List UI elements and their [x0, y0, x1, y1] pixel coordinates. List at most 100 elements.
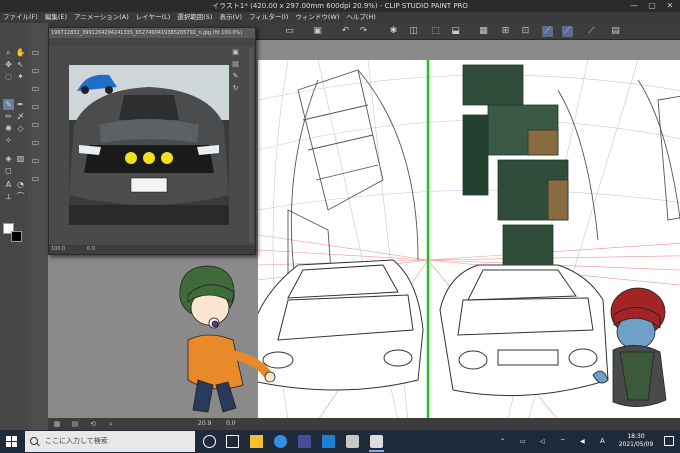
reference-photo[interactable]	[69, 65, 229, 225]
close-button[interactable]: ✕	[662, 0, 678, 12]
sub-view-window[interactable]: 196712832_3991264294241335_6527490419385…	[48, 27, 256, 255]
zoom-icon[interactable]: ⌕	[3, 47, 14, 58]
clip-studio-icon[interactable]: ▤	[610, 26, 621, 37]
brush-icon[interactable]: 〆	[15, 111, 26, 122]
app-icon[interactable]	[346, 435, 359, 448]
select-icon[interactable]: ↖	[15, 59, 26, 70]
menu-filter[interactable]: フィルター(I)	[249, 12, 288, 23]
sub-view-angle[interactable]: 0.0	[87, 246, 95, 252]
menu-animation[interactable]: アニメーション(A)	[74, 12, 129, 23]
invert-icon[interactable]: ⬓	[450, 26, 461, 37]
menu-file[interactable]: ファイル(F)	[3, 12, 38, 23]
store-icon[interactable]	[298, 435, 311, 448]
taskbar-clock[interactable]: 18:30 2021/05/09	[616, 433, 656, 449]
menu-view[interactable]: 表示(V)	[219, 12, 242, 23]
eyedropper-icon[interactable]: ✎	[3, 99, 14, 110]
move-icon[interactable]: ✥	[3, 59, 14, 70]
clip-studio-window: イラスト1* (420.00 x 297.00mm 600dpi 20.9%) …	[0, 0, 680, 453]
subtool-icon-8[interactable]: ▭	[30, 173, 41, 184]
sub-view-zoom[interactable]: 100.0	[51, 246, 65, 252]
tray-volume-icon[interactable]: ◀	[580, 430, 585, 453]
subtool-icon-4[interactable]: ▭	[30, 101, 41, 112]
clear-icon[interactable]: ✱	[388, 26, 399, 37]
ruler-icon[interactable]: ⟂	[3, 191, 14, 202]
canvas-angle[interactable]: 0.0	[226, 418, 236, 430]
clock-time: 18:30	[627, 433, 645, 440]
fill-icon[interactable]: ◈	[3, 153, 14, 164]
sub-view-tabbar	[49, 38, 255, 46]
airbrush-icon[interactable]: ✺	[3, 123, 14, 134]
subtool-icon-3[interactable]: ▭	[30, 83, 41, 94]
command-bar: ▭ ▣ ↶ ↷ ✱ ◫ ⬚ ⬓ ▦ ⊞ ⊡ # ⟋ ⟋ ⟋ ▤	[250, 23, 680, 40]
import-image-icon[interactable]: ▤	[231, 60, 240, 69]
subtool-icon-5[interactable]: ▭	[30, 119, 41, 130]
undo-icon[interactable]: ↶	[340, 26, 351, 37]
deselect-icon[interactable]: ⬚	[430, 26, 441, 37]
notification-icon[interactable]	[664, 436, 674, 446]
layer-icon[interactable]: ▤	[70, 419, 80, 429]
redo-icon[interactable]: ↷	[358, 26, 369, 37]
minimize-button[interactable]: —	[626, 0, 642, 12]
transform-icon[interactable]: ◫	[408, 26, 419, 37]
balloon-icon[interactable]: ◔	[15, 179, 26, 190]
taskbar-search-box[interactable]: ここに入力して検索	[25, 431, 195, 452]
menu-help[interactable]: ヘルプ(H)	[346, 12, 375, 23]
pencil-icon[interactable]: ✏	[3, 111, 14, 122]
pen-icon[interactable]: ✒	[15, 99, 26, 110]
subtool-icon-1[interactable]: ▭	[30, 47, 41, 58]
history-icon[interactable]: ⟲	[88, 419, 98, 429]
sub-view-tools: ▣ ▤ ✎ ↻	[231, 48, 241, 96]
clock-date: 2021/05/09	[618, 441, 654, 448]
text-icon[interactable]: A	[3, 179, 14, 190]
character-green-hair	[179, 265, 276, 413]
figure-icon[interactable]: ◻	[3, 165, 14, 176]
tray-network-icon[interactable]: ▭	[520, 430, 526, 453]
tray-wifi-icon[interactable]: ⌔	[560, 430, 566, 453]
file-explorer-icon[interactable]	[250, 435, 263, 448]
menu-window[interactable]: ウィンドウ(W)	[295, 12, 339, 23]
subtool-icon-7[interactable]: ▭	[30, 155, 41, 166]
canvas-zoom[interactable]: 20.9	[198, 418, 211, 430]
menu-edit[interactable]: 編集(E)	[45, 12, 67, 23]
eraser-icon[interactable]: ◇	[15, 123, 26, 134]
ruler-toggle-icon[interactable]: ⊞	[500, 26, 511, 37]
clip-studio-taskbar-icon[interactable]	[370, 435, 383, 448]
snap-special-ruler-icon[interactable]: ⟋	[562, 26, 573, 37]
sub-view-scrollbar[interactable]	[249, 48, 253, 243]
blend-icon[interactable]: ✧	[3, 135, 14, 146]
subtool-icon-6[interactable]: ▭	[30, 137, 41, 148]
search-layer-icon[interactable]: ⌕	[106, 419, 116, 429]
multitask-icon[interactable]	[226, 435, 239, 448]
navigator-icon[interactable]: ▣	[231, 48, 240, 57]
menu-selection[interactable]: 選択範囲(S)	[177, 12, 212, 23]
tool-palette: ⌕ ✋ ✥ ↖ ◌ ✦ ✎ ✒ ✏ 〆 ✺ ◇ ✧ ◈ ▨ ◻ A ◔ ⟂ ⌒ …	[0, 23, 48, 430]
title-bar: イラスト1* (420.00 x 297.00mm 600dpi 20.9%) …	[0, 0, 680, 12]
navigator-icon[interactable]: ▦	[52, 419, 62, 429]
folder-icon[interactable]: ▭	[284, 26, 295, 37]
correct-icon[interactable]: ⌒	[15, 191, 26, 202]
sub-color-swatch[interactable]	[11, 231, 22, 242]
edge-icon[interactable]	[274, 435, 287, 448]
gradient-icon[interactable]: ▨	[15, 153, 26, 164]
mail-icon[interactable]	[322, 435, 335, 448]
eyedropper-icon[interactable]: ✎	[231, 72, 240, 81]
task-view-icon[interactable]	[203, 435, 216, 448]
snap-icon[interactable]: ⊡	[520, 26, 531, 37]
save-icon[interactable]: ▣	[312, 26, 323, 37]
subtool-icon-2[interactable]: ▭	[30, 65, 41, 76]
lasso-icon[interactable]: ◌	[3, 71, 14, 82]
sub-view-title[interactable]: 196712832_3991264294241335_6527490419385…	[49, 28, 255, 38]
wand-icon[interactable]: ✦	[15, 71, 26, 82]
fill-selection-icon[interactable]: ▦	[478, 26, 489, 37]
snap-ruler-icon[interactable]: ⟋	[542, 26, 553, 37]
maximize-button[interactable]: ▢	[644, 0, 660, 12]
ime-indicator[interactable]: A	[600, 430, 605, 453]
snap-grid-icon[interactable]: ⟋	[586, 26, 597, 37]
menu-layer[interactable]: レイヤー(L)	[136, 12, 171, 23]
tray-chevron-icon[interactable]: ⌃	[500, 430, 505, 453]
sub-view-status: 100.0 0.0	[49, 245, 255, 254]
hand-icon[interactable]: ✋	[15, 47, 26, 58]
windows-start-button[interactable]	[6, 436, 17, 447]
rotate-icon[interactable]: ↻	[231, 84, 240, 93]
tray-speaker-icon[interactable]: ◁	[540, 430, 545, 453]
